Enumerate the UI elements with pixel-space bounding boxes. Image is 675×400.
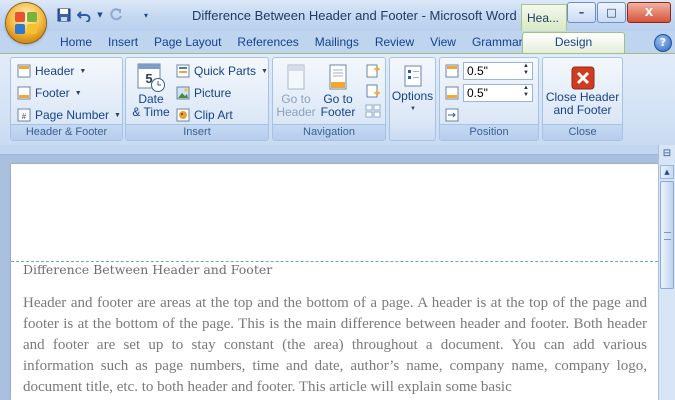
page-number-icon: # — [17, 108, 31, 122]
go-to-footer-button[interactable]: Go to Footer — [318, 63, 358, 119]
insert-alignment-tab-icon[interactable] — [444, 107, 460, 123]
footer-from-bottom-input[interactable]: 0.5" ▲ ▼ — [463, 84, 533, 102]
chevron-down-icon: ▼ — [79, 67, 87, 75]
spin-arrows-icon[interactable]: ▲ ▼ — [521, 63, 531, 79]
ribbon: Header ▼ Footer ▼ # Page Number ▼ Header & … — [0, 53, 675, 146]
maximize-button[interactable]: □ — [597, 2, 626, 23]
clip-art-button[interactable]: Clip Art — [176, 106, 233, 124]
date-time-button[interactable]: 5 Date & Time — [132, 61, 170, 119]
group-label-header-footer: Header & Footer — [11, 124, 122, 140]
chevron-down-icon: ▼ — [74, 89, 82, 97]
group-position: 0.5" ▲ ▼ 0.5" ▲ ▼ Position — [439, 57, 539, 141]
minimize-button[interactable]: – — [567, 2, 596, 23]
options-button[interactable]: Options ▼ — [390, 64, 435, 116]
office-button[interactable] — [6, 3, 46, 43]
customize-qat-icon[interactable]: ▾ — [138, 7, 154, 23]
next-section-icon[interactable] — [365, 83, 381, 99]
undo-dropdown-icon[interactable]: ▼ — [96, 7, 104, 23]
close-x-icon — [571, 66, 594, 90]
tab-review[interactable]: Review — [367, 35, 422, 53]
picture-icon — [176, 86, 190, 100]
chevron-down-icon: ▼ — [114, 111, 121, 119]
footer-icon — [17, 86, 31, 100]
tab-design[interactable]: Design — [522, 32, 625, 53]
tab-references[interactable]: References — [229, 35, 306, 53]
header-button[interactable]: Header ▼ — [17, 62, 86, 80]
group-label-position: Position — [440, 124, 538, 140]
quick-access-toolbar: ▼ ▾ — [56, 7, 154, 25]
view-ruler-icon[interactable]: ⊟ — [660, 148, 674, 162]
tab-page-layout[interactable]: Page Layout — [146, 35, 229, 53]
quick-parts-icon — [176, 64, 190, 78]
tab-insert[interactable]: Insert — [100, 35, 146, 53]
spin-arrows-icon[interactable]: ▲ ▼ — [521, 85, 531, 101]
calendar-clock-icon: 5 — [137, 63, 165, 92]
clip-art-icon — [176, 108, 190, 122]
header-text[interactable]: Difference Between Header and Footer — [23, 262, 272, 277]
ruler-strip — [0, 145, 658, 155]
group-label-close: Close — [543, 124, 622, 140]
scroll-thumb[interactable] — [660, 181, 674, 289]
window-controls: – □ X — [567, 2, 671, 23]
context-tab-title: Hea... — [521, 4, 567, 31]
vertical-scrollbar[interactable]: ⊟ ▲ — [658, 145, 675, 400]
go-to-footer-icon — [329, 64, 347, 90]
footer-position-icon — [445, 86, 459, 100]
undo-icon[interactable] — [76, 7, 92, 23]
close-header-footer-button[interactable]: Close Header and Footer — [543, 65, 622, 117]
header-from-top-input[interactable]: 0.5" ▲ ▼ — [463, 62, 533, 80]
window-title: Difference Between Header and Footer - M… — [192, 8, 517, 23]
group-navigation: Go to Header Go to Footer Navigation — [272, 57, 386, 141]
body-text[interactable]: Header and footer are areas at the top a… — [23, 293, 647, 398]
options-icon — [404, 65, 421, 87]
chevron-down-icon: ▼ — [261, 67, 268, 75]
close-window-button[interactable]: X — [627, 2, 671, 23]
save-icon[interactable] — [56, 7, 72, 23]
help-button[interactable]: ? — [654, 34, 672, 52]
redo-icon[interactable] — [108, 7, 124, 23]
group-label-insert: Insert — [126, 124, 268, 140]
chevron-down-icon: ▼ — [410, 106, 416, 112]
page-number-button[interactable]: # Page Number ▼ — [17, 106, 121, 124]
picture-button[interactable]: Picture — [176, 84, 231, 102]
header-icon — [17, 64, 31, 78]
tab-home[interactable]: Home — [52, 35, 100, 53]
scroll-grip-icon — [664, 232, 671, 240]
previous-section-icon[interactable] — [365, 63, 381, 79]
scroll-up-button[interactable]: ▲ — [660, 165, 674, 179]
go-to-header-button[interactable]: Go to Header — [276, 63, 316, 119]
group-label-navigation: Navigation — [273, 124, 385, 140]
tab-view[interactable]: View — [422, 35, 464, 53]
svg-text:#: # — [22, 112, 27, 121]
group-options: Options ▼ — [389, 57, 436, 141]
title-bar: ▼ ▾ Difference Between Header and Footer… — [0, 0, 675, 31]
office-logo-icon — [15, 12, 37, 34]
ribbon-tabs: Home Insert Page Layout References Maili… — [0, 31, 675, 53]
go-to-header-icon — [287, 64, 305, 90]
quick-parts-button[interactable]: Quick Parts ▼ — [176, 62, 268, 80]
group-header-footer: Header ▼ Footer ▼ # Page Number ▼ Header & … — [10, 57, 123, 141]
group-close: Close Header and Footer Close — [542, 57, 623, 141]
link-to-previous-icon[interactable] — [365, 103, 381, 119]
tab-mailings[interactable]: Mailings — [307, 35, 367, 53]
footer-button[interactable]: Footer ▼ — [17, 84, 82, 102]
header-position-icon — [445, 64, 459, 78]
document-page[interactable]: Difference Between Header and Footer Hea… — [11, 164, 658, 400]
group-insert: 5 Date & Time Quick Parts ▼ Picture Clip … — [125, 57, 269, 141]
